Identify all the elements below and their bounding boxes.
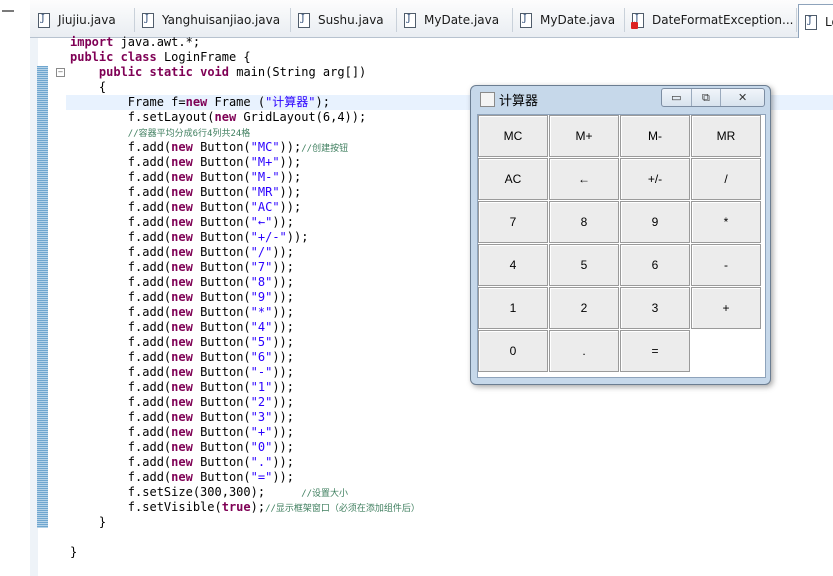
calc-button[interactable]: MR [691,115,761,157]
calc-button[interactable]: . [549,330,619,372]
java-file-icon: J [805,14,817,30]
tab-mydate-2[interactable]: J MyDate.java [514,8,625,32]
code-line[interactable]: f.add(new Button("MR")); [70,185,301,200]
calc-button[interactable]: +/- [620,158,690,200]
tab-sushu[interactable]: J Sushu.java [292,8,397,32]
calc-button[interactable]: AC [478,158,548,200]
code-line[interactable]: f.add(new Button("*")); [70,305,294,320]
code-line[interactable]: f.add(new Button("1")); [70,380,294,395]
tab-label: DateFormatException... [652,13,794,27]
code-line[interactable]: f.add(new Button("0")); [70,440,294,455]
window-titlebar[interactable]: 计算器 ▭ ⧉ ✕ [471,86,770,111]
code-line[interactable]: { [70,80,106,95]
change-bar [37,66,48,528]
editor-tab-bar: J Jiujiu.java J Yanghuisanjiao.java J Su… [30,0,833,38]
close-icon[interactable]: ✕ [721,89,764,106]
calc-button[interactable]: 5 [549,244,619,286]
calc-button[interactable]: M+ [549,115,619,157]
calc-button[interactable]: M- [620,115,690,157]
code-line[interactable]: f.add(new Button("9")); [70,290,294,305]
calc-button[interactable]: 4 [478,244,548,286]
tab-label: Lo [825,14,833,29]
code-line[interactable]: public static void main(String arg[]) [70,65,366,80]
code-line[interactable]: f.add(new Button(".")); [70,455,294,470]
code-line[interactable]: f.add(new Button("3")); [70,410,294,425]
tab-dateformatexception[interactable]: J DateFormatException... [626,8,797,32]
code-line[interactable]: f.add(new Button("+")); [70,425,294,440]
java-file-icon: J [142,13,154,28]
calc-button[interactable]: - [691,244,761,286]
code-line[interactable]: f.add(new Button("4")); [70,320,294,335]
code-line[interactable]: f.add(new Button("2")); [70,395,294,410]
tab-mydate-1[interactable]: J MyDate.java [398,8,513,32]
code-line[interactable]: f.add(new Button("7")); [70,260,294,275]
calc-button[interactable]: 6 [620,244,690,286]
code-line[interactable]: f.add(new Button("=")); [70,470,294,485]
code-line[interactable]: f.add(new Button("-")); [70,365,294,380]
calc-button[interactable]: 1 [478,287,548,329]
minimize-marker [2,10,14,12]
calc-button[interactable]: 7 [478,201,548,243]
tab-yanghuisanjiao[interactable]: J Yanghuisanjiao.java [136,8,291,32]
package-explorer-edge [0,0,31,576]
maximize-icon[interactable]: ⧉ [692,89,722,106]
calc-button[interactable]: = [620,330,690,372]
java-file-icon: J [38,13,50,28]
calc-button[interactable]: 0 [478,330,548,372]
java-file-icon: J [404,13,416,28]
calculator-window[interactable]: 计算器 ▭ ⧉ ✕ MC M+ M- MR AC ← +/-/ 7 8 9 * 4 5 6- 1 2 3 +0. = [470,85,771,385]
tab-label: Sushu.java [318,13,384,27]
code-line[interactable]: f.add(new Button("M-")); [70,170,301,185]
java-file-icon: J [298,13,310,28]
tab-label: Jiujiu.java [58,13,116,27]
code-line[interactable]: f.setSize(300,300); //设置大小 [70,485,348,500]
tab-label: MyDate.java [540,13,616,27]
window-title: 计算器 [499,94,539,109]
calc-button[interactable]: ← [549,158,619,200]
code-line[interactable]: f.add(new Button("+/-")); [70,230,309,245]
code-line[interactable]: Frame f=new Frame ("计算器"); [70,95,330,110]
code-line[interactable]: f.add(new Button("8")); [70,275,294,290]
code-line[interactable]: f.setLayout(new GridLayout(6,4)); [70,110,366,125]
code-line[interactable]: f.setVisible(true);//显示框架窗口（必须在添加组件后） [70,500,420,515]
code-line[interactable]: } [70,515,106,530]
calc-button[interactable]: 8 [549,201,619,243]
calc-button[interactable]: 2 [549,287,619,329]
fold-collapse-icon[interactable]: − [56,68,65,77]
calc-button[interactable]: 9 [620,201,690,243]
calc-button[interactable]: * [691,201,761,243]
calc-button[interactable]: MC [478,115,548,157]
tab-label: MyDate.java [424,13,500,27]
code-line[interactable]: import java.awt.*; [70,35,200,50]
code-line[interactable]: } [70,545,77,560]
java-file-error-icon: J [631,13,644,29]
code-line[interactable]: f.add(new Button("AC")); [70,200,301,215]
code-line[interactable]: public class LoginFrame { [70,50,251,65]
code-line[interactable]: f.add(new Button("MC"));//创建按钮 [70,140,348,155]
tab-label: Yanghuisanjiao.java [162,13,281,27]
code-line[interactable]: f.add(new Button("/")); [70,245,294,260]
calculator-button-grid: MC M+ M- MR AC ← +/-/ 7 8 9 * 4 5 6- 1 2 3 +0. = [477,114,766,378]
java-app-icon [480,92,495,107]
code-line[interactable]: f.add(new Button("M+")); [70,155,301,170]
tab-loginframe-active[interactable]: J Lo [798,4,833,38]
code-line[interactable]: f.add(new Button("6")); [70,350,294,365]
java-file-icon: J [520,13,532,28]
calc-button[interactable]: 3 [620,287,690,329]
code-line[interactable]: //容器平均分成6行4列共24格 [70,125,251,140]
tab-jiujiu[interactable]: J Jiujiu.java [32,8,135,32]
code-line[interactable]: f.add(new Button("←")); [70,215,294,230]
calc-button[interactable]: + [691,287,761,329]
window-controls: ▭ ⧉ ✕ [661,88,765,107]
minimize-icon[interactable]: ▭ [662,89,692,106]
calc-button[interactable]: / [691,158,761,200]
code-line[interactable]: f.add(new Button("5")); [70,335,294,350]
